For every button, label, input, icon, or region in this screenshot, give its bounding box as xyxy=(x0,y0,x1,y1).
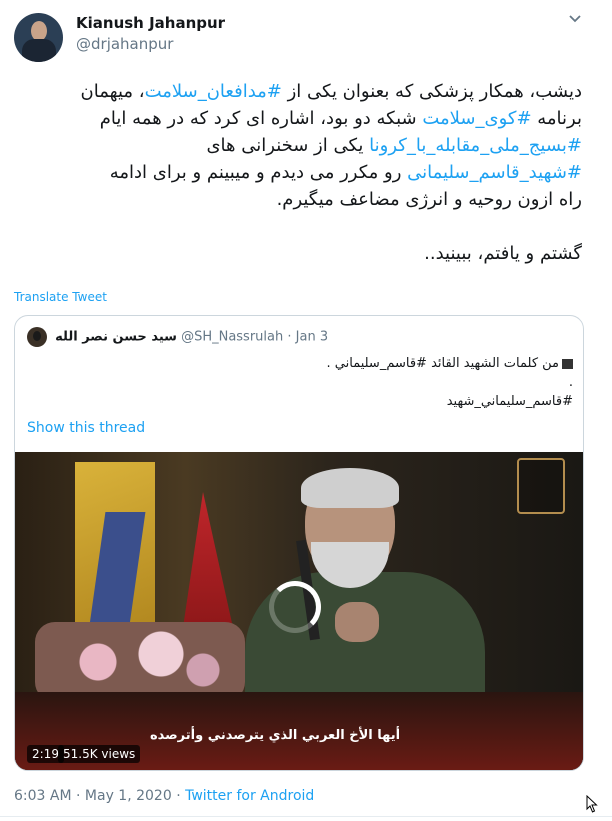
tweet-line: #شهید_قاسم_سلیمانی رو مکرر می دیدم و میب… xyxy=(109,162,582,183)
channel-logo-icon xyxy=(517,458,565,514)
black-flag-icon xyxy=(562,358,573,369)
translate-tweet-link[interactable]: Translate Tweet xyxy=(14,290,107,304)
quoted-tweet[interactable]: سید حسن نصر الله @SH_Nassrulah · Jan 3 م… xyxy=(14,315,584,771)
avatar-face xyxy=(31,21,47,41)
divider xyxy=(0,816,612,817)
chevron-down-icon[interactable] xyxy=(568,12,582,26)
loading-spinner-icon xyxy=(269,581,321,633)
quoted-author-avatar xyxy=(27,327,47,347)
separator-dot: · xyxy=(176,788,181,804)
tweet-line: گشتم و یافتم، ببینید.. xyxy=(424,243,582,264)
author-handle[interactable]: @drjahanpur xyxy=(76,35,173,53)
video-hand xyxy=(335,602,379,642)
video-player[interactable]: أيها الأخ العربي الذي يترصدني وأترصده 2:… xyxy=(15,452,583,770)
show-thread-link[interactable]: Show this thread xyxy=(27,420,145,436)
mouse-cursor-icon xyxy=(586,795,598,813)
quoted-tweet-text: من كلمات الشهيد القائد #قاسم_سليماني . .… xyxy=(326,356,573,409)
quoted-author-handle: @SH_Nassrulah xyxy=(181,329,284,345)
video-flowers xyxy=(35,622,245,702)
author-avatar[interactable] xyxy=(14,13,63,62)
tweet-time[interactable]: 6:03 AM xyxy=(14,788,72,804)
hashtag-link[interactable]: #مدافعان_سلامت xyxy=(145,81,282,102)
video-caption: أيها الأخ العربي الذي يترصدني وأترصده xyxy=(149,728,401,743)
tweet-source-link[interactable]: Twitter for Android xyxy=(185,788,314,804)
tweet-line: برنامه #کوی_سلامت شبکه دو بود، اشاره ای … xyxy=(99,108,582,129)
quoted-tweet-header: سید حسن نصر الله @SH_Nassrulah · Jan 3 xyxy=(27,327,328,347)
avatar-body xyxy=(22,39,56,62)
tweet-line: دیشب، همکار پزشکی که بعنوان یکی از #مداف… xyxy=(80,81,582,102)
quoted-author-name: سید حسن نصر الله xyxy=(55,329,177,345)
tweet-date[interactable]: May 1, 2020 xyxy=(85,788,172,804)
tweet-footer: 6:03 AM · May 1, 2020 · Twitter for Andr… xyxy=(14,788,314,804)
hashtag-link[interactable]: #شهید_قاسم_سلیمانی xyxy=(407,162,582,183)
author-name[interactable]: Kianush Jahanpur xyxy=(76,14,225,32)
hashtag-link[interactable]: #بسیج_ملی_مقابله_با_کرونا xyxy=(369,135,582,156)
quoted-tweet-date: Jan 3 xyxy=(295,329,329,345)
hashtag-link[interactable]: #کوی_سلامت xyxy=(422,108,531,129)
tweet-line: #بسیج_ملی_مقابله_با_کرونا یکی از سخنرانی… xyxy=(206,135,582,156)
video-views-badge: 51.5K views xyxy=(58,745,141,763)
separator-dot: · xyxy=(287,329,292,345)
separator-dot: · xyxy=(76,788,81,804)
tweet-text: دیشب، همکار پزشکی که بعنوان یکی از #مداف… xyxy=(22,78,582,267)
tweet-line: راه ازون روحیه و انرژی مضاعف میگیرم. xyxy=(276,189,582,210)
